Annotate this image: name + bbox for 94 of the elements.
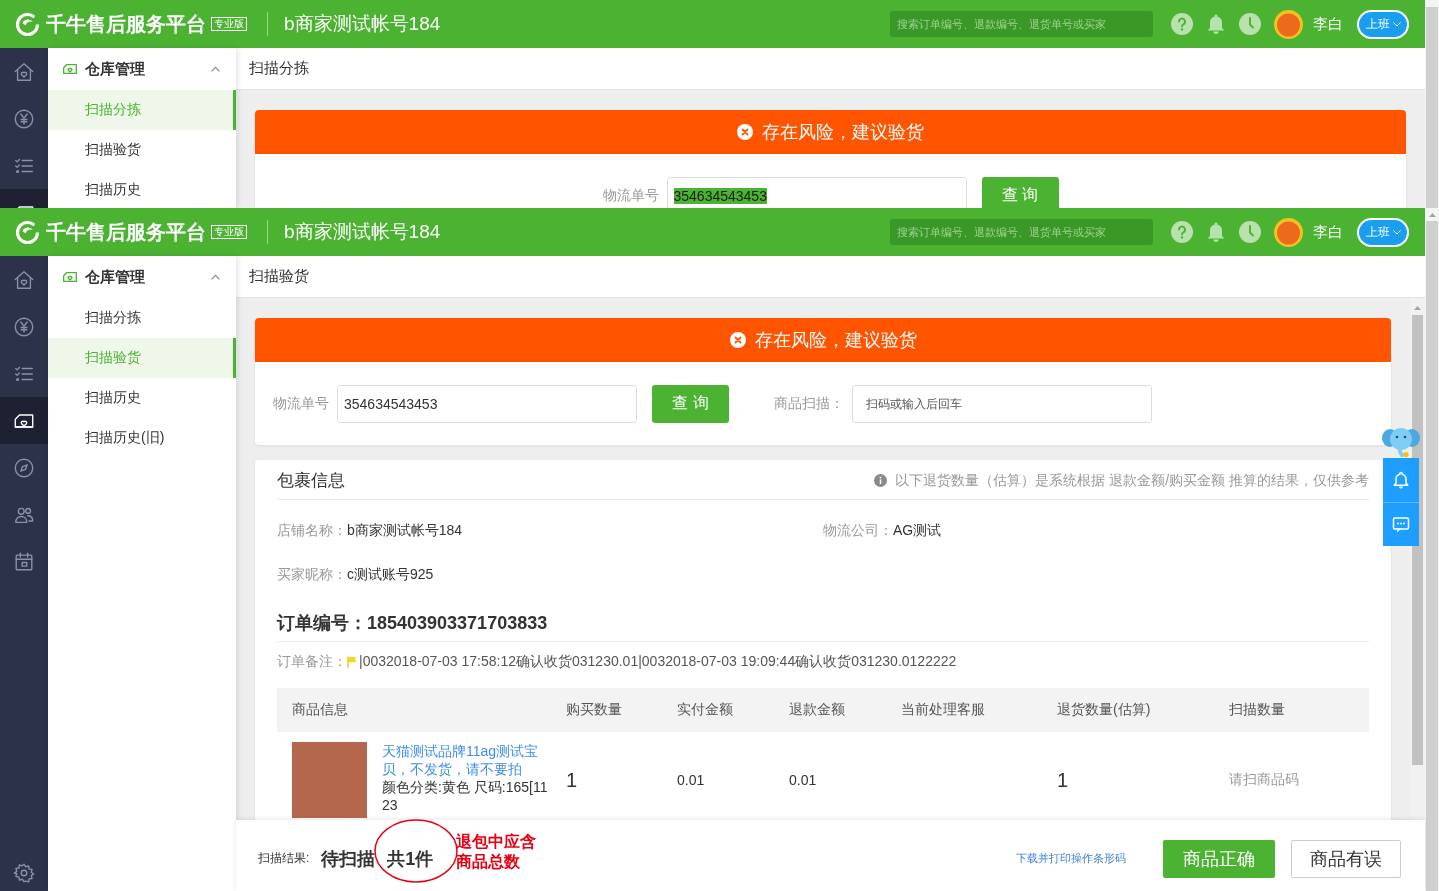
scrollbar-thumb[interactable] xyxy=(1426,7,1438,208)
menu-item[interactable]: 扫描验货 xyxy=(48,130,236,170)
clock-icon[interactable] xyxy=(1239,13,1261,35)
remark-label: 订单备注： xyxy=(277,653,347,671)
menu-group-toggle[interactable]: 仓库管理 xyxy=(48,48,236,90)
field-label: 买家昵称： xyxy=(277,566,347,584)
scan-status: 待扫描 xyxy=(321,847,376,871)
avatar-icon[interactable] xyxy=(1274,9,1303,39)
menu-item[interactable]: 扫描历史 xyxy=(48,378,236,418)
product-sku: 颜色分类:黄色 尺码:165[1123 xyxy=(382,778,549,814)
column-header: 退货数量(估算) xyxy=(1057,701,1152,719)
bell-icon xyxy=(1392,471,1410,489)
yen-icon xyxy=(13,107,35,130)
info-note: 以下退货数量（估算）是系统根据 退款金额/购买金额 推算的结果，仅供参考 xyxy=(895,471,1369,490)
column-header: 当前处理客服 xyxy=(901,701,986,719)
item-count: 共1件 xyxy=(387,847,434,871)
column-header: 退款金额 xyxy=(789,701,846,719)
notification-button[interactable] xyxy=(1383,458,1419,502)
yen-icon xyxy=(13,315,35,338)
menu-item[interactable]: 扫描分拣 xyxy=(48,298,236,338)
box-icon xyxy=(62,269,78,285)
clock-icon[interactable] xyxy=(1239,221,1261,243)
search-field[interactable]: 搜索订单编号、退款编号、退货单号或买家 xyxy=(890,219,1153,245)
edition-badge: 专业版 xyxy=(211,17,247,31)
breadcrumb: 扫描验货 xyxy=(249,267,309,286)
bell-icon[interactable] xyxy=(1205,13,1227,35)
box-icon xyxy=(62,61,78,77)
user-name: 李白 xyxy=(1313,222,1343,242)
bell-icon[interactable] xyxy=(1205,221,1227,243)
field-value: b商家测试帐号184 xyxy=(347,522,463,540)
account-name: b商家测试帐号184 xyxy=(284,220,441,244)
home-icon xyxy=(13,60,35,83)
help-icon[interactable] xyxy=(1171,221,1193,243)
column-header: 购买数量 xyxy=(566,701,623,719)
remark-text: |0032018-07-03 17:58:12确认收货031230.01|0032018-07-03 19:09:44确认收货031230.0122222 xyxy=(359,653,957,671)
calendar-icon xyxy=(13,550,35,573)
table-cell: 1 xyxy=(566,768,578,792)
scrollbar[interactable] xyxy=(1425,208,1439,891)
field-label: 店铺名称： xyxy=(277,522,347,540)
logo-icon xyxy=(15,219,40,245)
logo-icon xyxy=(15,11,40,37)
annotation-text: 退包中应含商品总数 xyxy=(456,831,538,872)
home-icon xyxy=(13,268,35,291)
search-field[interactable]: 搜索订单编号、退款编号、退货单号或买家 xyxy=(890,11,1153,37)
column-header: 扫描数量 xyxy=(1229,701,1286,719)
info-icon xyxy=(874,474,888,487)
section-title: 包裹信息 xyxy=(277,470,345,492)
field-label: 物流公司： xyxy=(823,522,893,540)
flag-icon xyxy=(347,656,357,668)
alert-text: 存在风险，建议验货 xyxy=(754,329,917,352)
chevron-down-icon xyxy=(1392,21,1401,27)
nav-button[interactable] xyxy=(0,397,48,444)
breadcrumb: 扫描分拣 xyxy=(249,59,309,78)
reject-button[interactable]: 商品有误 xyxy=(1291,839,1401,878)
app-title: 千牛售后服务平台 xyxy=(46,219,206,245)
table-cell: 0.01 xyxy=(789,772,817,788)
scan-label: 商品扫描： xyxy=(774,394,844,413)
alert-text: 存在风险，建议验货 xyxy=(762,121,924,144)
scrollbar-thumb[interactable] xyxy=(1426,221,1438,891)
chat-button[interactable] xyxy=(1383,502,1419,546)
column-header: 商品信息 xyxy=(291,701,349,719)
chevron-down-icon xyxy=(1392,229,1401,235)
field-value: AG测试 xyxy=(893,522,942,540)
column-header: 实付金额 xyxy=(677,701,734,719)
x-circle-icon xyxy=(729,332,746,348)
elephant-icon[interactable] xyxy=(1382,425,1420,458)
menu-item[interactable]: 扫描历史 xyxy=(48,170,236,208)
table-cell: 请扫商品码 xyxy=(1229,771,1299,789)
avatar-icon[interactable] xyxy=(1274,217,1303,247)
chat-icon xyxy=(1392,515,1410,534)
edition-badge: 专业版 xyxy=(211,225,247,239)
app-title: 千牛售后服务平台 xyxy=(46,11,206,37)
menu-group-toggle[interactable]: 仓库管理 xyxy=(48,256,236,298)
tracking-number-label: 物流单号 xyxy=(602,186,659,205)
table-cell: 1 xyxy=(1057,768,1069,792)
field-value: c测试账号925 xyxy=(347,566,434,584)
menu-item[interactable]: 扫描历史(旧) xyxy=(48,418,236,458)
arrow-up-icon xyxy=(1428,213,1436,217)
help-icon[interactable] xyxy=(1171,13,1193,35)
compass-icon xyxy=(13,456,35,479)
x-circle-icon xyxy=(737,124,753,140)
scan-field[interactable]: 扫码或输入后回车 xyxy=(852,384,1152,423)
scrollbar[interactable] xyxy=(1425,0,1439,208)
tracking-number-label: 物流单号 xyxy=(273,394,329,413)
product-link[interactable]: 天猫测试品牌11ag测试宝贝，不发货，请不要拍 xyxy=(382,742,550,778)
user-name: 李白 xyxy=(1313,14,1343,34)
account-name: b商家测试帐号184 xyxy=(284,12,441,36)
download-barcode-link[interactable]: 下载并打印操作条形码 xyxy=(1016,851,1126,866)
settings-icon xyxy=(13,862,35,884)
tracking-number-field[interactable]: 354634543453 xyxy=(337,384,637,423)
arrow-up-icon xyxy=(1414,306,1421,310)
table-cell: 0.01 xyxy=(677,772,705,788)
order-number: 订单编号：185403903371703833 xyxy=(277,612,548,635)
scan-result-label: 扫描结果: xyxy=(258,850,310,867)
